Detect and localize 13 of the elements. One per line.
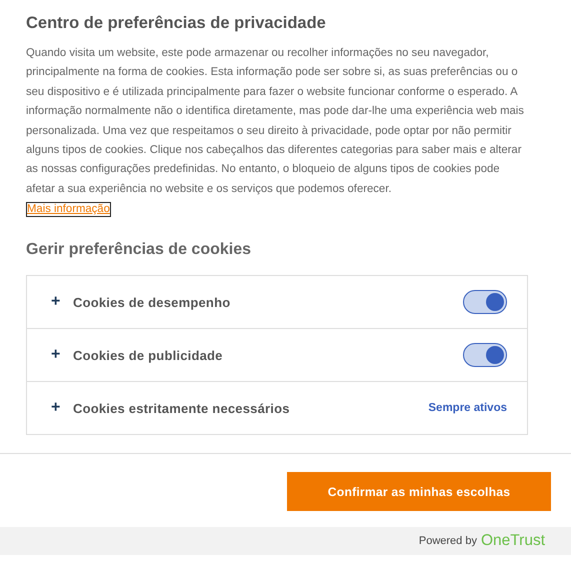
toggle-switch[interactable]	[463, 343, 507, 368]
expand-icon[interactable]: +	[51, 294, 63, 310]
status-label: Sempre ativos	[428, 402, 507, 414]
toggle-switch[interactable]	[463, 290, 507, 314]
expand-icon[interactable]: +	[51, 400, 63, 416]
powered-by-text: Powered by	[418, 535, 477, 548]
dialog-title: Centro de preferências de privacidade	[26, 14, 327, 34]
category-title[interactable]: Cookies estritamente necessários	[73, 400, 428, 416]
expand-icon[interactable]: +	[51, 347, 63, 364]
category-title[interactable]: Cookies de desempenho	[73, 294, 463, 310]
category-title[interactable]: Cookies de publicidade	[73, 348, 463, 363]
description-text: Quando visita um website, este pode armazenar ou recolher informações no seu navegador, principalmente na forma de cookies. Esta informação pode ser sobre si, as suas preferências ou o seu dispositivo e é utilizada principalmente para fazer o website funcionar conforme o esperado. A informação normalmente não o identifica diretamente, mas pode dar-lhe uma experiência web mais personalizada. Uma vez que respeitamos o seu direito à privacidade, pode optar por não permitir alguns tipos de cookies. Clique nos cabeçalhos das diferentes categorias para saber mais e alterar as nossas configurações predefinidas. No entanto, o bloqueio de alguns tipos de cookies pode afetar a sua experiência no website e os serviços que podemos oferecer.	[26, 46, 525, 197]
section-title: Gerir preferências de cookies	[26, 241, 252, 260]
